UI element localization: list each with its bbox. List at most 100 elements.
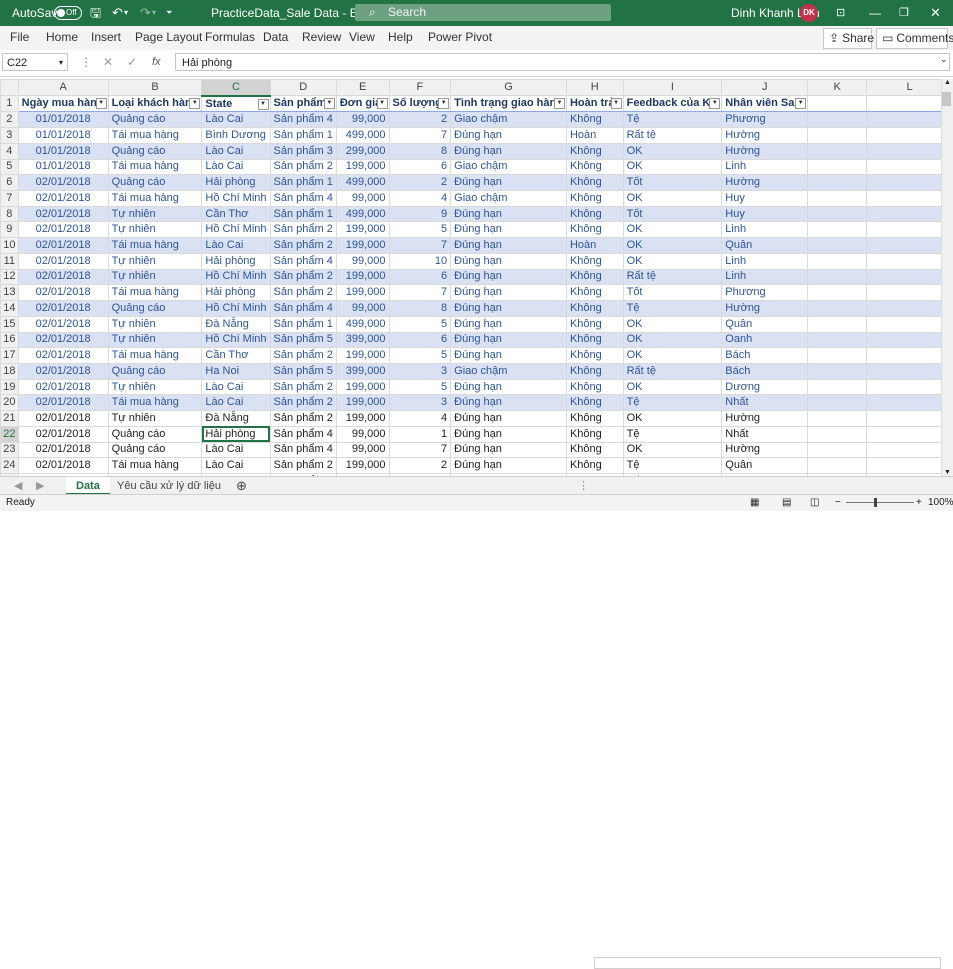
row-header[interactable]: 23 bbox=[0, 441, 19, 459]
row-header[interactable]: 6 bbox=[0, 174, 19, 192]
table-cell[interactable]: 02/01/2018 bbox=[17, 268, 109, 286]
table-cell[interactable]: Tái mua hàng bbox=[107, 158, 203, 176]
table-cell[interactable]: 499,000 bbox=[335, 174, 390, 192]
row-header[interactable]: 16 bbox=[0, 331, 19, 349]
table-cell[interactable]: Huy bbox=[721, 190, 809, 207]
table-cell[interactable]: 4 bbox=[388, 190, 452, 207]
table-cell[interactable]: 6 bbox=[388, 331, 452, 349]
scroll-up-icon[interactable]: ▲ bbox=[944, 79, 951, 86]
table-cell[interactable]: 2 bbox=[388, 111, 452, 129]
table-cell[interactable]: 7 bbox=[388, 127, 452, 144]
table-cell[interactable]: 5 bbox=[388, 378, 452, 396]
table-cell[interactable]: Sản phẩm 2 bbox=[269, 237, 337, 254]
zoom-slider[interactable] bbox=[846, 502, 914, 503]
table-cell[interactable]: Đúng hạn bbox=[450, 378, 567, 396]
table-cell[interactable]: Bách bbox=[721, 362, 809, 380]
filter-dropdown-icon[interactable]: ▼ bbox=[795, 98, 807, 110]
empty-cell[interactable] bbox=[866, 127, 953, 144]
table-cell[interactable]: Tái mua hàng bbox=[107, 127, 203, 144]
customize-toolbar-icon[interactable]: ⏷ bbox=[166, 0, 172, 26]
row-header[interactable]: 5 bbox=[0, 158, 19, 176]
filter-dropdown-icon[interactable]: ▼ bbox=[376, 98, 388, 110]
table-cell[interactable]: Hải phòng bbox=[201, 174, 271, 192]
empty-cell[interactable] bbox=[807, 174, 868, 192]
table-cell[interactable]: Không bbox=[565, 111, 624, 129]
table-cell[interactable]: Không bbox=[565, 284, 624, 302]
table-cell[interactable]: Sản phẩm 2 bbox=[269, 284, 337, 302]
table-cell[interactable]: Rất tệ bbox=[622, 362, 723, 380]
empty-cell[interactable] bbox=[866, 174, 953, 192]
table-cell[interactable]: Không bbox=[565, 174, 624, 192]
empty-cell[interactable] bbox=[807, 425, 868, 443]
table-cell[interactable]: Lào Cai bbox=[201, 457, 271, 474]
table-cell[interactable]: Hường bbox=[721, 441, 809, 459]
table-cell[interactable]: 99,000 bbox=[335, 190, 390, 207]
table-cell[interactable]: Tự nhiên bbox=[107, 221, 203, 239]
table-cell[interactable]: Linh bbox=[721, 221, 809, 239]
table-cell[interactable]: Sản phẩm 1 bbox=[269, 127, 337, 144]
empty-cell[interactable] bbox=[807, 205, 868, 223]
table-cell[interactable]: Lào Cai bbox=[201, 142, 271, 160]
empty-cell[interactable] bbox=[866, 347, 953, 364]
tab-page-layout[interactable]: Page Layout bbox=[135, 26, 202, 48]
table-cell[interactable]: Nhất bbox=[721, 425, 809, 443]
empty-cell[interactable] bbox=[807, 394, 868, 412]
empty-cell[interactable] bbox=[807, 284, 868, 302]
column-header-d[interactable]: D bbox=[269, 78, 337, 97]
table-cell[interactable]: Hường bbox=[721, 174, 809, 192]
table-cell[interactable]: 02/01/2018 bbox=[17, 378, 109, 396]
column-header-f[interactable]: F bbox=[388, 78, 452, 97]
tab-file[interactable]: File bbox=[10, 26, 29, 48]
table-cell[interactable]: 99,000 bbox=[335, 425, 390, 443]
minimize-icon[interactable]: — bbox=[869, 0, 881, 26]
table-cell[interactable]: Không bbox=[565, 457, 624, 474]
empty-cell[interactable] bbox=[866, 441, 953, 459]
table-cell[interactable]: 99,000 bbox=[335, 111, 390, 129]
table-cell[interactable]: 02/01/2018 bbox=[17, 425, 109, 443]
vertical-scroll-thumb[interactable] bbox=[942, 92, 951, 106]
redo-dropdown-icon[interactable]: ▾ bbox=[152, 0, 156, 26]
table-cell[interactable]: Hải phòng bbox=[201, 425, 271, 443]
table-cell[interactable]: 8 bbox=[388, 142, 452, 160]
table-cell[interactable]: 02/01/2018 bbox=[17, 362, 109, 380]
table-cell[interactable]: OK bbox=[622, 441, 723, 459]
row-header[interactable]: 22 bbox=[0, 425, 19, 443]
zoom-in-icon[interactable]: + bbox=[916, 495, 922, 511]
table-cell[interactable]: OK bbox=[622, 378, 723, 396]
save-icon[interactable]: 🖫 bbox=[90, 0, 101, 26]
table-cell[interactable]: Không bbox=[565, 268, 624, 286]
table-cell[interactable]: Sản phẩm 2 bbox=[269, 410, 337, 427]
table-cell[interactable]: 6 bbox=[388, 268, 452, 286]
table-cell[interactable]: Không bbox=[565, 205, 624, 223]
table-cell[interactable]: Linh bbox=[721, 158, 809, 176]
table-cell[interactable]: 2 bbox=[388, 457, 452, 474]
table-cell[interactable]: Hoàn bbox=[565, 127, 624, 144]
tab-help[interactable]: Help bbox=[388, 26, 413, 48]
column-header-a[interactable]: A bbox=[17, 78, 109, 97]
tab-formulas[interactable]: Formulas bbox=[205, 26, 255, 48]
table-cell[interactable]: Tự nhiên bbox=[107, 252, 203, 270]
table-cell[interactable]: Sản phẩm 1 bbox=[269, 174, 337, 192]
redo-icon[interactable]: ↷ bbox=[140, 0, 151, 26]
table-cell[interactable]: Không bbox=[565, 347, 624, 364]
worksheet-grid[interactable]: A B C D E F G H I J K L 1 Ngày mua hàng ▼ Loại khách hà… bbox=[0, 78, 953, 506]
table-cell[interactable]: 499,000 bbox=[335, 315, 390, 333]
table-cell[interactable]: Lào Cai bbox=[201, 378, 271, 396]
table-cell[interactable]: 02/01/2018 bbox=[17, 284, 109, 302]
table-cell[interactable]: Đúng hạn bbox=[450, 425, 567, 443]
tab-view[interactable]: View bbox=[349, 26, 375, 48]
table-cell[interactable]: 02/01/2018 bbox=[17, 315, 109, 333]
table-cell[interactable]: 02/01/2018 bbox=[17, 394, 109, 412]
horizontal-scrollbar[interactable] bbox=[594, 957, 941, 969]
table-cell[interactable]: 199,000 bbox=[335, 457, 390, 474]
table-cell[interactable]: Tái mua hàng bbox=[107, 237, 203, 254]
empty-cell[interactable] bbox=[807, 331, 868, 349]
table-cell[interactable]: Hồ Chí Minh bbox=[201, 268, 271, 286]
filter-dropdown-icon[interactable]: ▼ bbox=[189, 98, 201, 110]
table-cell[interactable]: Tệ bbox=[622, 300, 723, 317]
empty-cell[interactable] bbox=[807, 158, 868, 176]
row-header[interactable]: 8 bbox=[0, 205, 19, 223]
table-cell[interactable]: Đà Nẵng bbox=[201, 410, 271, 427]
insert-function-icon[interactable]: fx bbox=[152, 53, 161, 71]
tab-data[interactable]: Data bbox=[263, 26, 288, 48]
